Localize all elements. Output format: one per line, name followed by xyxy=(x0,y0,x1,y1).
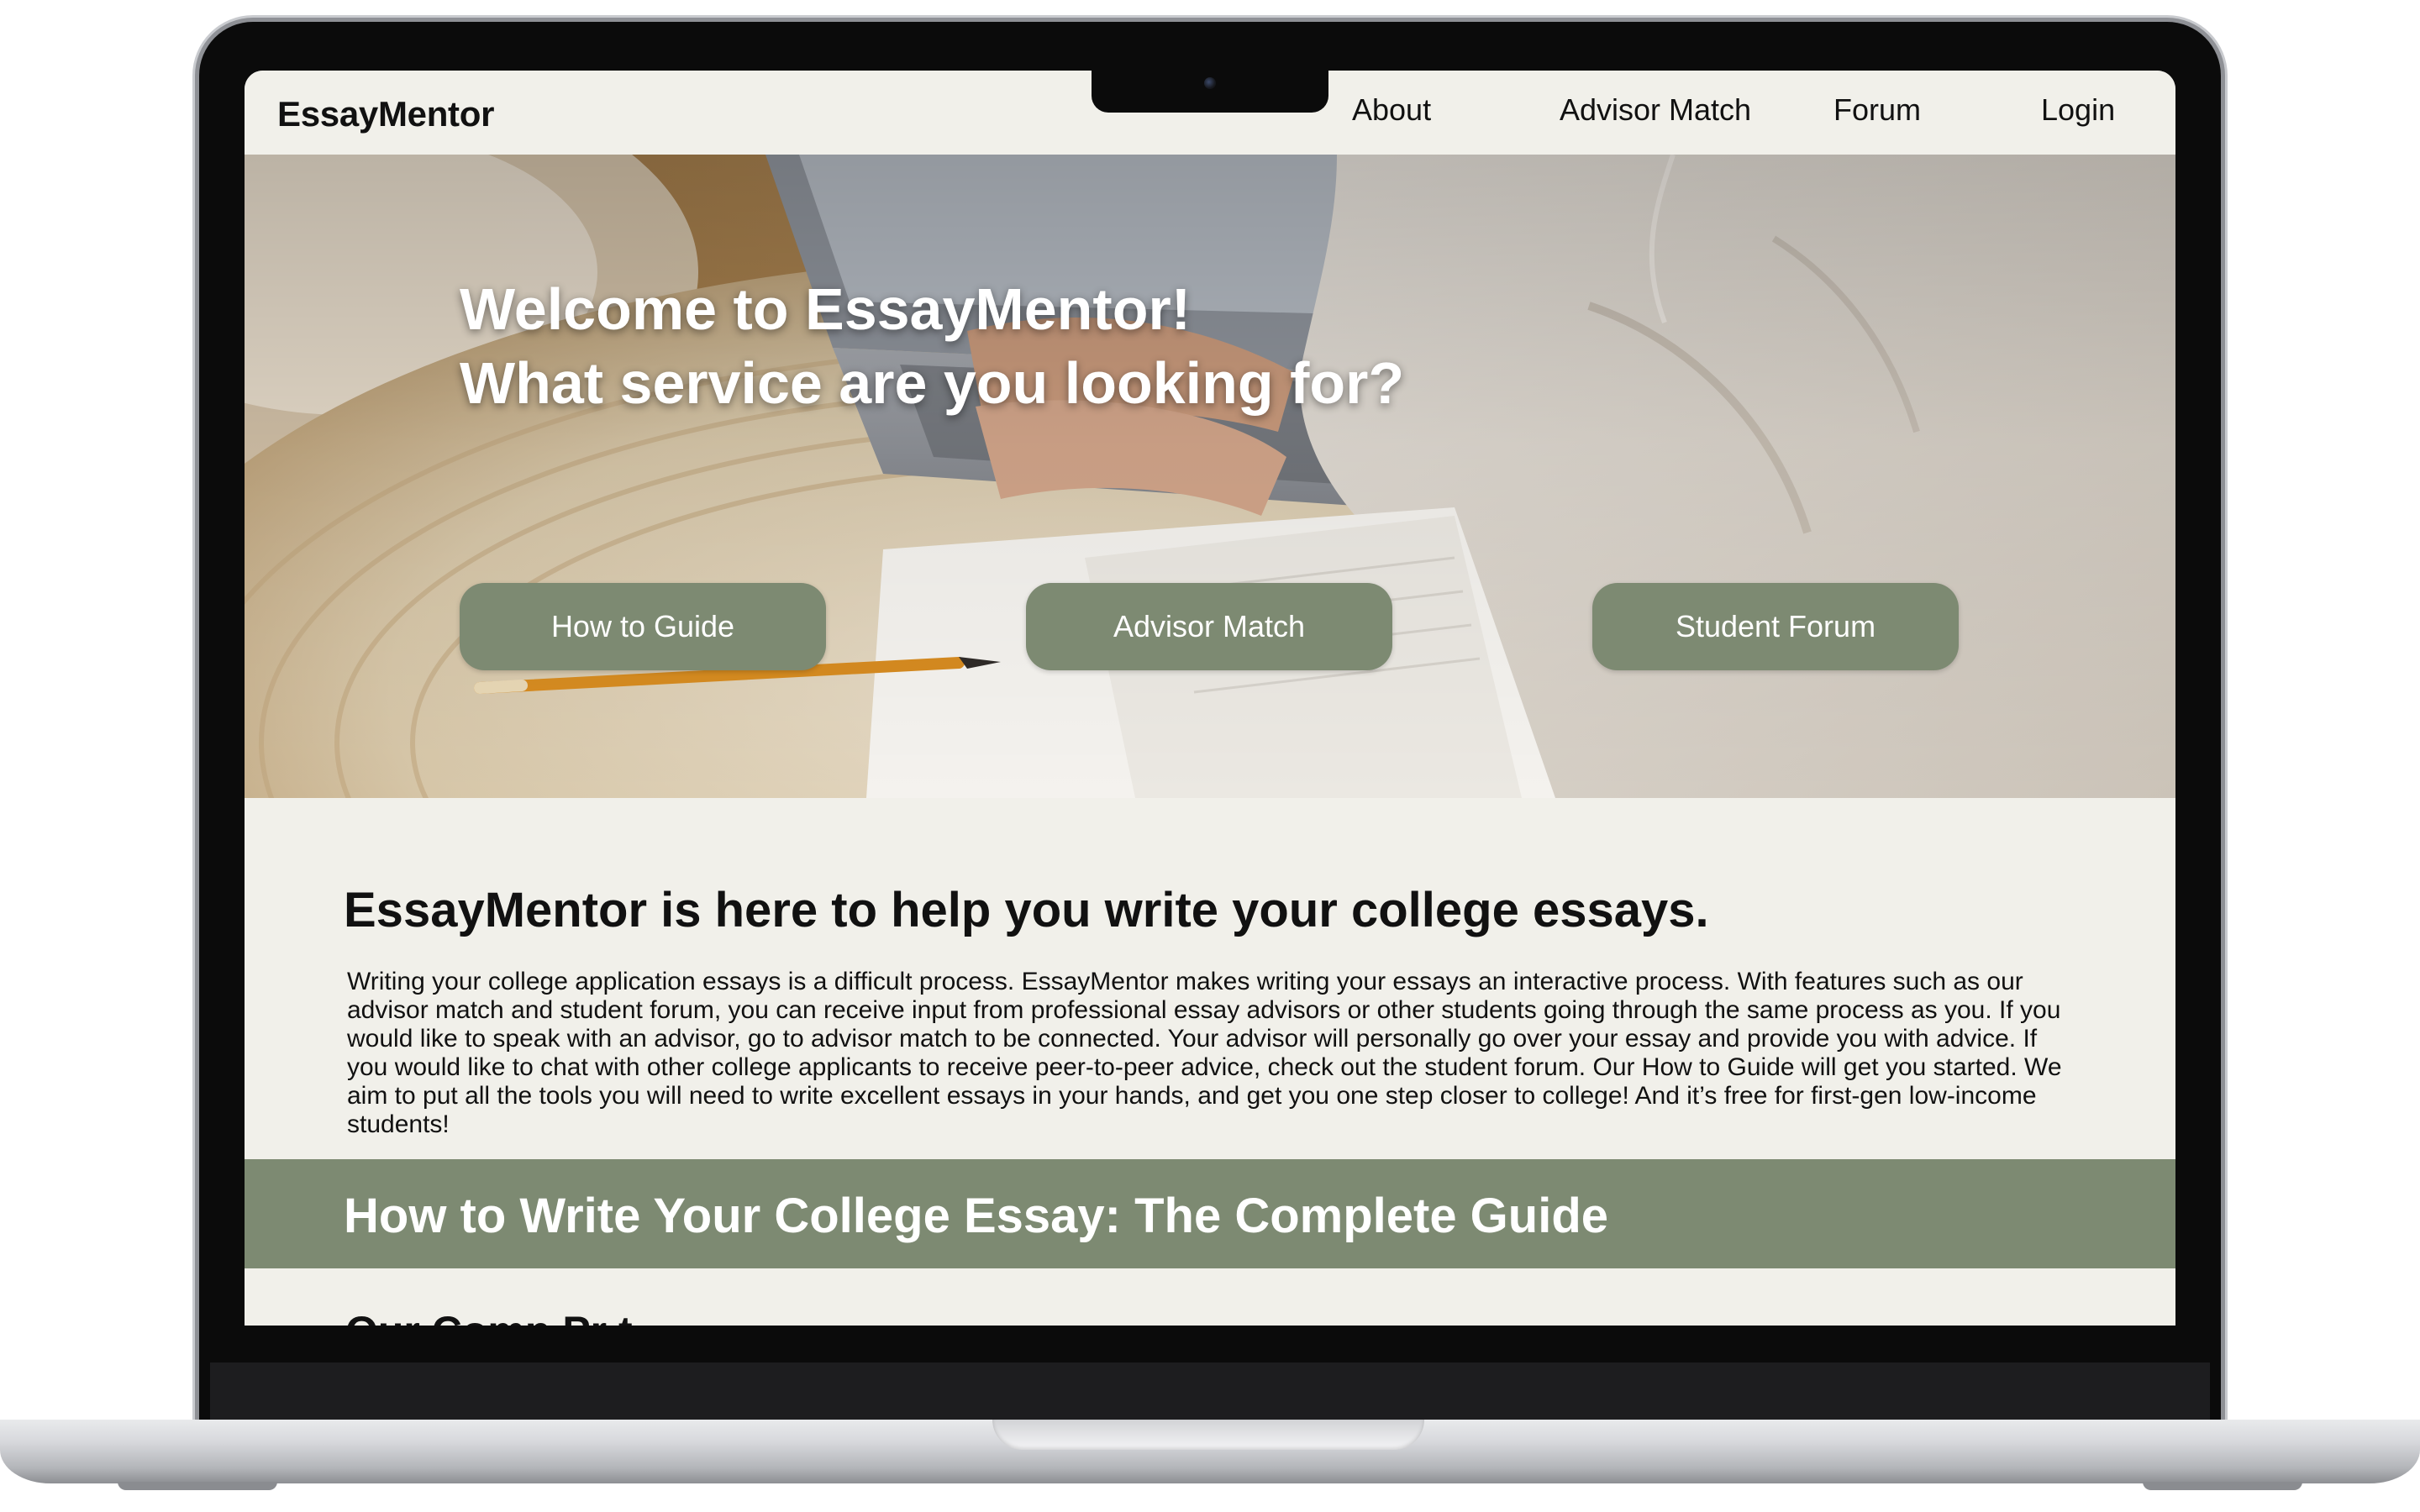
hero-banner: Welcome to EssayMentor! What service are… xyxy=(245,155,2175,798)
hero-title-line-1: Welcome to EssayMentor! xyxy=(460,276,1192,342)
laptop-opening-notch xyxy=(992,1420,1424,1450)
advisor-match-button[interactable]: Advisor Match xyxy=(1026,583,1392,670)
camera-icon xyxy=(1204,77,1216,89)
nav-link-forum[interactable]: Forum xyxy=(1833,92,1921,128)
guide-section-title: How to Write Your College Essay: The Com… xyxy=(344,1189,1609,1243)
nav-link-login[interactable]: Login xyxy=(2041,92,2115,128)
intro-paragraph: Writing your college application essays … xyxy=(347,968,2062,1138)
hero-title: Welcome to EssayMentor! What service are… xyxy=(460,272,1404,420)
hero-background-photo xyxy=(245,155,2175,798)
laptop-bezel-bottom xyxy=(210,1362,2210,1423)
brand-logo[interactable]: EssayMentor xyxy=(277,94,494,134)
nav-link-about[interactable]: About xyxy=(1352,92,1431,128)
laptop-mockup: EssayMentor About Advisor Match Forum Lo… xyxy=(0,0,2420,1512)
how-to-guide-button[interactable]: How to Guide xyxy=(460,583,826,670)
hero-title-line-2: What service are you looking for? xyxy=(460,350,1405,416)
laptop-foot-left xyxy=(118,1482,277,1490)
intro-heading: EssayMentor is here to help you write yo… xyxy=(344,883,1709,937)
browser-screen: EssayMentor About Advisor Match Forum Lo… xyxy=(245,71,2175,1326)
camera-notch xyxy=(1092,71,1328,113)
nav-link-advisor-match[interactable]: Advisor Match xyxy=(1560,92,1751,128)
next-section-heading-partial: Our Comp Pr t xyxy=(345,1307,633,1326)
guide-section-band: How to Write Your College Essay: The Com… xyxy=(245,1159,2175,1268)
student-forum-button[interactable]: Student Forum xyxy=(1592,583,1959,670)
laptop-foot-right xyxy=(2143,1482,2302,1490)
